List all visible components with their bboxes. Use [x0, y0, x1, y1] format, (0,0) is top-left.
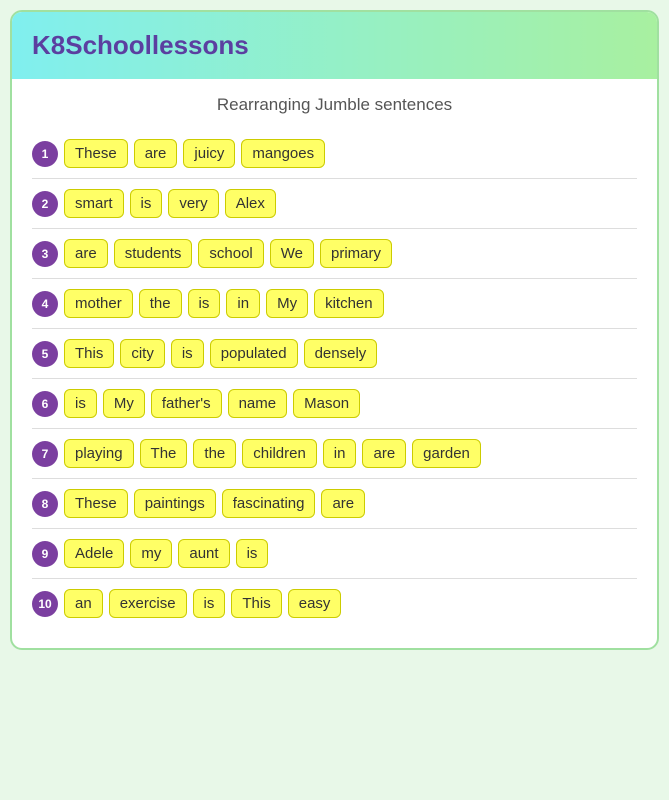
sentences-list: 1Thesearejuicymangoes2smartisveryAlex3ar… — [32, 129, 637, 628]
row-number-badge: 7 — [32, 441, 58, 467]
row-number-badge: 9 — [32, 541, 58, 567]
word-chip[interactable]: students — [114, 239, 193, 268]
word-chip[interactable]: are — [321, 489, 365, 518]
word-chip[interactable]: mangoes — [241, 139, 325, 168]
word-chip[interactable]: This — [231, 589, 281, 618]
sentence-row: 9Adelemyauntis — [32, 529, 637, 579]
sentence-row: 8Thesepaintingsfascinatingare — [32, 479, 637, 529]
word-chip[interactable]: My — [103, 389, 145, 418]
word-chip[interactable]: juicy — [183, 139, 235, 168]
row-number-badge: 6 — [32, 391, 58, 417]
word-chip[interactable]: an — [64, 589, 103, 618]
word-chip[interactable]: We — [270, 239, 314, 268]
word-chip[interactable]: in — [323, 439, 357, 468]
row-number-badge: 3 — [32, 241, 58, 267]
sentence-row: 3arestudentsschoolWeprimary — [32, 229, 637, 279]
word-chip[interactable]: very — [168, 189, 218, 218]
sentence-row: 5Thiscityispopulateddensely — [32, 329, 637, 379]
row-number-badge: 4 — [32, 291, 58, 317]
word-chip[interactable]: This — [64, 339, 114, 368]
sentence-row: 6isMyfather'snameMason — [32, 379, 637, 429]
word-chip[interactable]: primary — [320, 239, 392, 268]
sentence-row: 7playingThethechildreninaregarden — [32, 429, 637, 479]
word-chip[interactable]: school — [198, 239, 263, 268]
word-chip[interactable]: Mason — [293, 389, 360, 418]
row-number-badge: 1 — [32, 141, 58, 167]
word-chip[interactable]: mother — [64, 289, 133, 318]
word-chip[interactable]: is — [130, 189, 163, 218]
word-chip[interactable]: in — [226, 289, 260, 318]
word-chip[interactable]: father's — [151, 389, 222, 418]
word-chip[interactable]: Adele — [64, 539, 124, 568]
word-chip[interactable]: is — [64, 389, 97, 418]
word-chip[interactable]: kitchen — [314, 289, 384, 318]
content-area: Rearranging Jumble sentences 1Theseareju… — [12, 79, 657, 648]
word-chip[interactable]: is — [171, 339, 204, 368]
word-chip[interactable]: My — [266, 289, 308, 318]
word-chip[interactable]: the — [193, 439, 236, 468]
word-chip[interactable]: the — [139, 289, 182, 318]
word-chip[interactable]: is — [193, 589, 226, 618]
word-chip[interactable]: easy — [288, 589, 342, 618]
word-chip[interactable]: populated — [210, 339, 298, 368]
word-chip[interactable]: children — [242, 439, 317, 468]
word-chip[interactable]: are — [362, 439, 406, 468]
app-title: K8Schoollessons — [32, 30, 249, 60]
row-number-badge: 8 — [32, 491, 58, 517]
word-chip[interactable]: are — [134, 139, 178, 168]
word-chip[interactable]: smart — [64, 189, 124, 218]
sentence-row: 2smartisveryAlex — [32, 179, 637, 229]
word-chip[interactable]: city — [120, 339, 165, 368]
sentence-row: 1Thesearejuicymangoes — [32, 129, 637, 179]
word-chip[interactable]: aunt — [178, 539, 229, 568]
word-chip[interactable]: These — [64, 139, 128, 168]
main-card: K8Schoollessons Rearranging Jumble sente… — [10, 10, 659, 650]
row-number-badge: 10 — [32, 591, 58, 617]
word-chip[interactable]: Alex — [225, 189, 276, 218]
word-chip[interactable]: garden — [412, 439, 481, 468]
word-chip[interactable]: exercise — [109, 589, 187, 618]
word-chip[interactable]: is — [188, 289, 221, 318]
word-chip[interactable]: The — [140, 439, 188, 468]
word-chip[interactable]: is — [236, 539, 269, 568]
word-chip[interactable]: paintings — [134, 489, 216, 518]
word-chip[interactable]: name — [228, 389, 288, 418]
row-number-badge: 2 — [32, 191, 58, 217]
sentence-row: 10anexerciseisThiseasy — [32, 579, 637, 628]
word-chip[interactable]: densely — [304, 339, 378, 368]
word-chip[interactable]: are — [64, 239, 108, 268]
row-number-badge: 5 — [32, 341, 58, 367]
sentence-row: 4mothertheisinMykitchen — [32, 279, 637, 329]
word-chip[interactable]: my — [130, 539, 172, 568]
word-chip[interactable]: fascinating — [222, 489, 316, 518]
header: K8Schoollessons — [12, 12, 657, 79]
word-chip[interactable]: These — [64, 489, 128, 518]
page-subtitle: Rearranging Jumble sentences — [32, 95, 637, 115]
word-chip[interactable]: playing — [64, 439, 134, 468]
